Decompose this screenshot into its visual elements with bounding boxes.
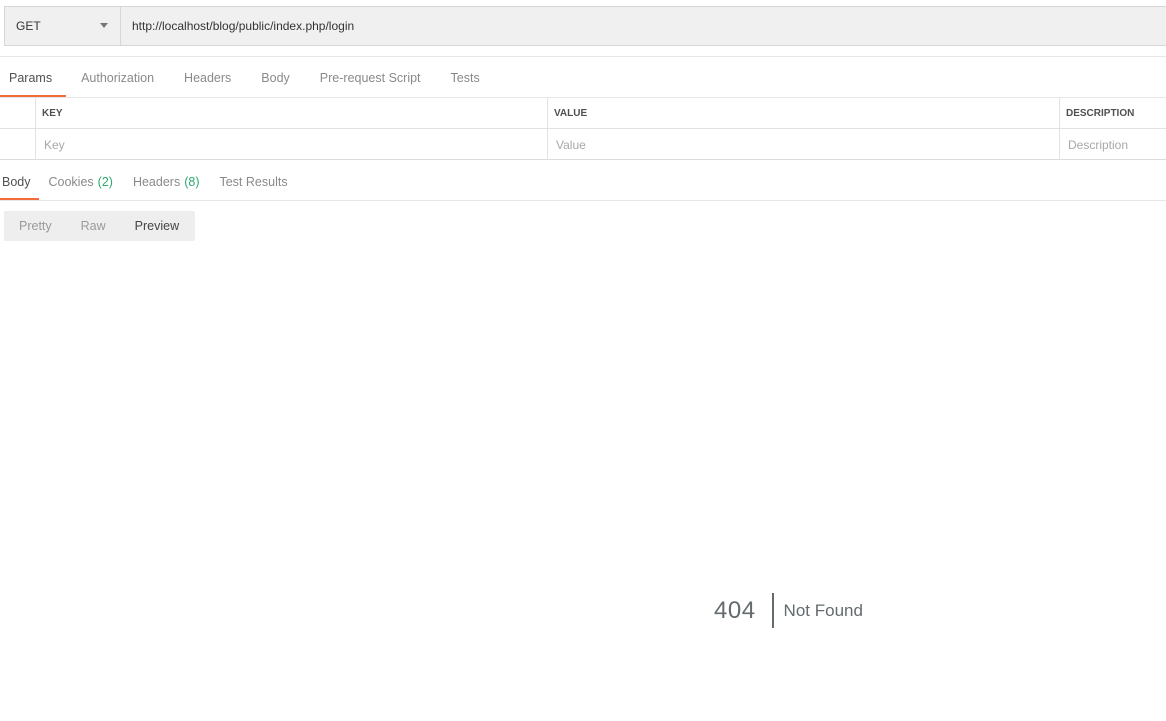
checkbox-column-header [0, 98, 35, 129]
tab-response-body[interactable]: Body [0, 162, 39, 201]
tab-body[interactable]: Body [246, 58, 305, 98]
tab-tests[interactable]: Tests [436, 58, 495, 98]
description-input[interactable]: Description [1059, 129, 1166, 160]
tab-params[interactable]: Params [0, 58, 67, 98]
row-checkbox-cell[interactable] [0, 129, 35, 160]
tab-headers[interactable]: Headers [169, 58, 246, 98]
caret-down-icon [100, 23, 108, 28]
headers-count-badge: (8) [184, 174, 200, 189]
table-header-row: KEY VALUE DESCRIPTION [0, 98, 1166, 129]
divider [0, 200, 1166, 201]
tab-label: Cookies [48, 174, 94, 189]
tab-label: Body [2, 174, 31, 189]
response-tabs: Body Cookies (2) Headers (8) Test Results [0, 162, 298, 201]
tab-test-results[interactable]: Test Results [209, 162, 297, 201]
value-input[interactable]: Value [547, 129, 1059, 160]
cookies-count-badge: (2) [97, 174, 113, 189]
view-mode-toggle: Pretty Raw Preview [4, 211, 195, 241]
preview-button[interactable]: Preview [120, 219, 193, 233]
key-column-header: KEY [35, 98, 547, 129]
value-column-header: VALUE [547, 98, 1059, 129]
pretty-button[interactable]: Pretty [4, 219, 66, 233]
method-label: GET [16, 19, 41, 33]
status-code: 404 [714, 596, 756, 624]
tab-response-headers[interactable]: Headers (8) [123, 162, 210, 201]
method-select[interactable]: GET [5, 7, 121, 45]
description-column-header: DESCRIPTION [1059, 98, 1166, 129]
tab-authorization[interactable]: Authorization [66, 58, 169, 98]
divider [0, 56, 1166, 57]
request-url-bar: GET [4, 6, 1166, 46]
table-row: Key Value Description [0, 129, 1166, 160]
status-message: Not Found [783, 600, 863, 620]
tab-cookies[interactable]: Cookies (2) [39, 162, 123, 201]
tab-pre-request-script[interactable]: Pre-request Script [305, 58, 436, 98]
tab-label: Headers [132, 174, 181, 189]
preview-not-found: 404 Not Found [714, 593, 863, 628]
params-table: KEY VALUE DESCRIPTION Key Value Descript… [0, 98, 1166, 160]
url-input[interactable] [121, 7, 1166, 45]
key-input[interactable]: Key [35, 129, 547, 160]
request-tabs: Params Authorization Headers Body Pre-re… [0, 58, 495, 98]
raw-button[interactable]: Raw [66, 219, 120, 233]
tab-label: Test Results [219, 174, 288, 189]
